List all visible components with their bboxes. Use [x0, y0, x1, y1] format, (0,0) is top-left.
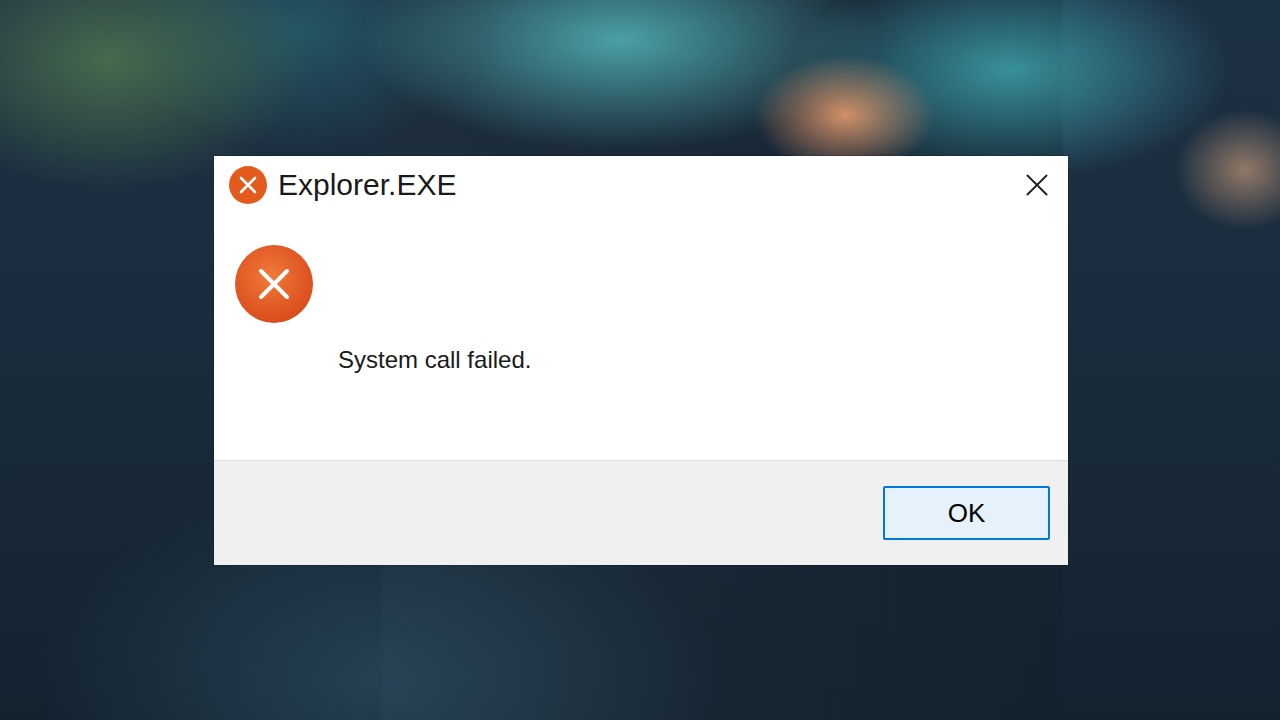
title-bar: Explorer.EXE — [214, 156, 1068, 214]
error-icon — [234, 244, 314, 324]
window-title: Explorer.EXE — [278, 168, 1014, 202]
desktop: Explorer.EXE System call failed. OK — [0, 0, 1280, 720]
close-icon[interactable] — [1024, 172, 1050, 198]
error-message: System call failed. — [338, 346, 1048, 374]
error-icon — [228, 165, 268, 205]
button-bar: OK — [214, 460, 1068, 565]
error-dialog: Explorer.EXE System call failed. OK — [214, 156, 1068, 565]
dialog-body: System call failed. — [214, 214, 1068, 460]
ok-button[interactable]: OK — [883, 486, 1050, 540]
